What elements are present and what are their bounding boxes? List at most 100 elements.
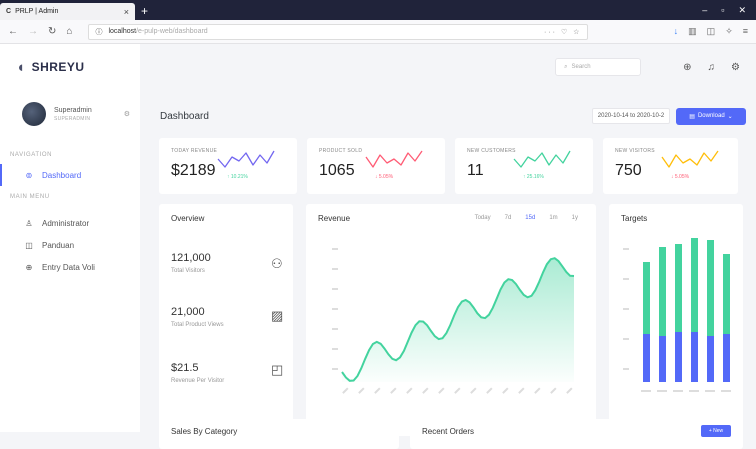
notification-bell-icon[interactable]: ♫: [708, 62, 716, 73]
revenue-chart: [332, 248, 575, 394]
brand-mark-icon: ◖: [16, 58, 26, 76]
url-path: /e-pulp-web/dashboard: [136, 28, 208, 35]
library-icon[interactable]: ▥: [688, 26, 697, 37]
browser-tab-strip: C PRLP | Admin × + – ▫ ✕: [0, 0, 756, 20]
overview-card: Overview 121,000 Total Visitors ⚇ 21,000…: [159, 204, 293, 436]
extension-icon[interactable]: ✧: [725, 26, 733, 37]
browser-tab[interactable]: C PRLP | Admin ×: [0, 3, 135, 20]
sales-by-category-card: Sales By Category: [159, 419, 399, 449]
stat-card: NEW CUSTOMERS 11 ↑ 25.16%: [455, 138, 593, 194]
globe-icon: ⊕: [25, 262, 33, 272]
date-range-picker[interactable]: 2020-10-14 to 2020-10-2: [592, 108, 670, 124]
user-icon: ♙: [25, 218, 33, 228]
menu-icon[interactable]: ≡: [743, 26, 748, 37]
main-content: ⌕ Search ⊕ ♫ ⚙ Dashboard 2020-10-14 to 2…: [140, 44, 756, 449]
user-name: Superadmin: [54, 107, 92, 114]
sidebar-item-administrator[interactable]: ♙ Administrator: [0, 212, 140, 234]
search-placeholder: Search: [571, 64, 591, 70]
download-button[interactable]: ▤ Download ⌄: [676, 107, 746, 125]
download-icon: ▤: [689, 113, 695, 120]
tab-close-icon[interactable]: ×: [124, 7, 129, 17]
minimize-button[interactable]: –: [702, 5, 707, 16]
stat-change: ↑ 25.16%: [523, 174, 544, 180]
maximize-button[interactable]: ▫: [721, 5, 724, 16]
user-profile: Superadmin SUPERADMIN ⚙: [0, 90, 140, 136]
book-icon: ◫: [25, 240, 33, 250]
sidebar-icon[interactable]: ◫: [707, 26, 716, 37]
user-role: SUPERADMIN: [54, 116, 91, 122]
overview-label: Total Visitors: [171, 268, 205, 274]
stat-card: TODAY REVENUE $2189 ↑ 10.21%: [159, 138, 297, 194]
sidebar-item-dashboard[interactable]: ⊚ Dashboard: [0, 164, 140, 186]
overview-value: 21,000: [171, 306, 205, 318]
stat-card: PRODUCT SOLD 1065 ↓ 5.05%: [307, 138, 445, 194]
sidebar-item-label: Dashboard: [42, 170, 82, 180]
stat-label: NEW VISITORS: [615, 148, 655, 154]
browser-toolbar: ← → ↻ ⌂ ⓘ localhost/e-pulp-web/dashboard…: [0, 20, 756, 44]
reload-icon[interactable]: ↻: [48, 26, 56, 37]
user-settings-icon[interactable]: ⚙: [124, 110, 130, 118]
sidebar-item-label: Entry Data Voli: [42, 262, 95, 272]
nav-section-main-menu: MAIN MENU: [10, 194, 50, 200]
search-icon: ⌕: [564, 63, 568, 70]
home-icon: ⊚: [25, 170, 33, 180]
new-order-button[interactable]: + New: [701, 425, 731, 437]
stat-value: 11: [467, 162, 484, 179]
stat-sparkline: [217, 150, 275, 168]
sidebar-item-label: Panduan: [42, 240, 75, 250]
stat-label: PRODUCT SOLD: [319, 148, 363, 154]
page-title: Dashboard: [160, 110, 209, 122]
new-tab-button[interactable]: +: [141, 4, 148, 18]
back-icon[interactable]: ←: [8, 26, 18, 37]
stat-change: ↑ 10.21%: [227, 174, 248, 180]
stat-change: ↓ 5.05%: [375, 174, 394, 180]
downloads-icon[interactable]: ↓: [674, 26, 679, 37]
stat-label: NEW CUSTOMERS: [467, 148, 516, 154]
language-globe-icon[interactable]: ⊕: [683, 62, 691, 73]
avatar[interactable]: [22, 102, 46, 126]
stat-change: ↓ 5.05%: [671, 174, 690, 180]
sidebar: ◖ SHREYU Superadmin SUPERADMIN ⚙ NAVIGAT…: [0, 44, 140, 432]
stat-sparkline: [661, 150, 719, 168]
recent-orders-card: Recent Orders + New: [410, 419, 743, 449]
page-actions-icon[interactable]: ··· ♡ ☆: [544, 28, 581, 36]
users-icon: ⚇: [271, 256, 283, 271]
overview-title: Overview: [171, 214, 205, 223]
shopping-bag-icon: ◰: [271, 362, 284, 377]
chevron-down-icon: ⌄: [727, 113, 733, 120]
settings-gear-icon[interactable]: ⚙: [731, 62, 740, 73]
sidebar-item-label: Administrator: [42, 218, 90, 228]
stat-value: 1065: [319, 162, 355, 179]
stat-card: NEW VISITORS 750 ↓ 5.05%: [603, 138, 738, 194]
image-icon: ▨: [271, 308, 284, 323]
stat-value: 750: [615, 162, 642, 179]
tab-title: PRLP | Admin: [15, 8, 59, 15]
revenue-card: Revenue Today 7d 15d 1m 1y: [306, 204, 596, 436]
address-bar[interactable]: ⓘ localhost/e-pulp-web/dashboard ··· ♡ ☆: [88, 23, 589, 40]
nav-section-navigation: NAVIGATION: [10, 152, 53, 158]
stat-label: TODAY REVENUE: [171, 148, 218, 154]
tab-favicon-icon: C: [6, 8, 12, 15]
stat-value: $2189: [171, 162, 216, 179]
topbar: ⌕ Search ⊕ ♫ ⚙: [140, 44, 756, 90]
targets-chart: [623, 238, 731, 392]
home-icon[interactable]: ⌂: [66, 26, 72, 37]
forward-icon[interactable]: →: [28, 26, 38, 37]
url-host: localhost: [108, 28, 137, 35]
stat-sparkline: [365, 150, 423, 168]
page-header: Dashboard 2020-10-14 to 2020-10-2 ▤ Down…: [140, 90, 756, 128]
page-info-icon[interactable]: ⓘ: [95, 27, 102, 37]
targets-card: Targets: [609, 204, 743, 436]
sidebar-item-entry-data-voli[interactable]: ⊕ Entry Data Voli: [0, 256, 140, 278]
stat-sparkline: [513, 150, 571, 168]
sidebar-item-panduan[interactable]: ◫ Panduan: [0, 234, 140, 256]
brand-logo[interactable]: ◖ SHREYU: [0, 44, 140, 90]
download-label: Download: [697, 113, 725, 119]
overview-value: 121,000: [171, 252, 211, 264]
overview-label: Revenue Per Visitor: [171, 378, 225, 384]
overview-label: Total Product Views: [171, 322, 224, 328]
overview-value: $21.5: [171, 362, 199, 374]
brand-name: SHREYU: [31, 60, 85, 74]
search-input[interactable]: ⌕ Search: [555, 58, 642, 76]
close-window-button[interactable]: ✕: [738, 5, 746, 16]
